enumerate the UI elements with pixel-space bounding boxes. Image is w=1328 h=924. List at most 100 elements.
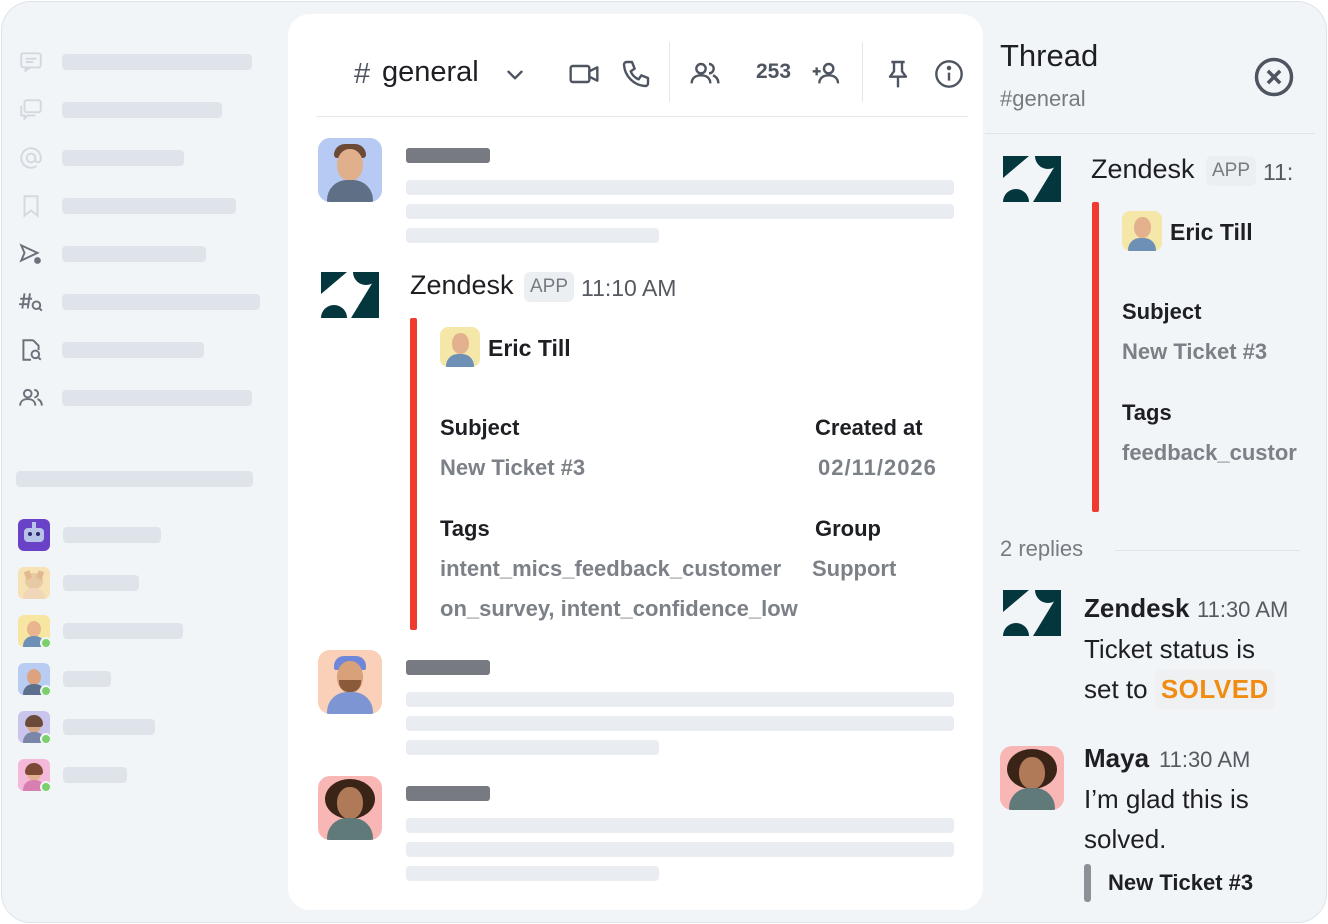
tags-value-continued: on_survey, intent_confidence_low: [440, 596, 798, 621]
dm-name-placeholder: [63, 671, 111, 687]
reply-timestamp[interactable]: 11:30 AM: [1197, 597, 1288, 623]
dm-item-user-2[interactable]: [18, 663, 111, 697]
thread-panel: Thread #general Zendesk APP 11: Eric Til…: [985, 2, 1326, 922]
channel-name[interactable]: general: [382, 56, 479, 89]
message-timestamp[interactable]: 11:10 AM: [581, 275, 676, 302]
sidebar-item-placeholder: [62, 102, 222, 118]
status-badge: SOLVED: [1154, 669, 1275, 709]
message-line-placeholder: [406, 866, 659, 881]
sender-name-placeholder: [406, 786, 490, 801]
online-status-icon: [40, 733, 52, 745]
sidebar-item-channel-search[interactable]: [18, 288, 260, 316]
sidebar-item-saved[interactable]: [18, 192, 236, 220]
replies-count: 2 replies: [1000, 536, 1084, 561]
sidebar: [2, 2, 288, 922]
sidebar-item-placeholder: [62, 198, 236, 214]
message-line-placeholder: [406, 228, 659, 243]
info-icon[interactable]: [933, 58, 965, 90]
saved-icon: [18, 192, 48, 220]
sidebar-item-messages[interactable]: [18, 96, 222, 124]
message-line-placeholder: [406, 180, 954, 195]
threads-icon: [18, 48, 48, 76]
avatar: [18, 519, 50, 551]
people-icon: [18, 384, 48, 412]
app-window: # general 253 Zendesk APP 11:10 AM Eric …: [1, 1, 1327, 923]
reply-sender-name[interactable]: Maya: [1084, 743, 1149, 774]
pin-icon[interactable]: [882, 58, 914, 90]
zendesk-logo-icon: [321, 272, 379, 318]
sender-name[interactable]: Zendesk: [1091, 154, 1195, 185]
sender-name-placeholder: [406, 148, 490, 163]
subject-label: Subject: [440, 415, 520, 440]
card-accent-bar: [410, 318, 417, 630]
dm-item-cat[interactable]: [18, 567, 139, 599]
dm-name-placeholder: [63, 719, 155, 735]
sidebar-item-mentions[interactable]: [18, 144, 184, 172]
reply-text-line: set to SOLVED: [1084, 669, 1275, 709]
dm-name-placeholder: [63, 623, 183, 639]
sidebar-item-scheduled[interactable]: [18, 240, 206, 268]
thread-channel[interactable]: #general: [1000, 86, 1086, 112]
subject-value: New Ticket #3: [1122, 339, 1268, 364]
dm-name-placeholder: [63, 575, 139, 591]
sidebar-item-file-search[interactable]: [18, 336, 204, 364]
reply-text-fragment: set to: [1084, 674, 1148, 704]
avatar[interactable]: [318, 650, 382, 714]
thread-title: Thread: [1000, 38, 1099, 73]
dm-item-user-4[interactable]: [18, 759, 127, 793]
dm-name-placeholder: [63, 527, 161, 543]
dm-name-placeholder: [63, 767, 127, 783]
members-icon[interactable]: [689, 58, 721, 90]
channel-panel: # general 253 Zendesk APP 11:10 AM Eric …: [288, 14, 983, 910]
dm-item-bot[interactable]: [18, 519, 161, 551]
sidebar-item-placeholder: [62, 342, 204, 358]
ticket-requester: Eric Till: [1170, 219, 1253, 245]
app-badge: APP: [524, 272, 575, 302]
channel-hash: #: [354, 58, 371, 90]
tags-value: intent_mics_feedback_customer: [440, 556, 782, 581]
reply-sender-name[interactable]: Zendesk: [1084, 593, 1190, 624]
quoted-ticket-link[interactable]: New Ticket #3: [1108, 870, 1253, 896]
dm-item-user-1[interactable]: [18, 615, 183, 649]
avatar[interactable]: [1000, 746, 1064, 810]
sidebar-item-placeholder: [62, 150, 184, 166]
sidebar-item-threads[interactable]: [18, 48, 252, 76]
app-badge: APP: [1206, 156, 1257, 186]
tags-label: Tags: [440, 516, 490, 541]
reply-text: Ticket status is set to SOLVED: [1084, 629, 1275, 709]
close-icon[interactable]: [1253, 56, 1295, 98]
header-divider: [862, 42, 863, 102]
add-member-icon[interactable]: [810, 58, 842, 90]
card-accent-bar: [1092, 202, 1099, 512]
avatar: [18, 567, 50, 599]
dm-item-user-3[interactable]: [18, 711, 155, 745]
avatar[interactable]: [318, 138, 382, 202]
message-line-placeholder: [406, 818, 954, 833]
online-status-icon: [40, 637, 52, 649]
messages-icon: [18, 96, 48, 124]
member-count[interactable]: 253: [756, 60, 791, 84]
sidebar-item-people[interactable]: [18, 384, 252, 412]
created-at-label: Created at: [815, 415, 923, 440]
subject-label: Subject: [1122, 299, 1202, 324]
message-line-placeholder: [406, 842, 954, 857]
scheduled-icon: [18, 240, 48, 268]
group-value: Support: [812, 556, 897, 581]
message-line-placeholder: [406, 204, 954, 219]
chevron-down-icon[interactable]: [502, 62, 528, 88]
reply-text-line: I’m glad this is: [1084, 784, 1249, 814]
video-call-icon[interactable]: [568, 58, 600, 90]
reply-timestamp[interactable]: 11:30 AM: [1159, 747, 1250, 773]
message-timestamp[interactable]: 11:: [1263, 159, 1293, 186]
reply-text-line: Ticket status is: [1084, 634, 1255, 664]
header-divider: [669, 42, 670, 102]
sidebar-item-placeholder: [62, 294, 260, 310]
message-line-placeholder: [406, 716, 954, 731]
avatar[interactable]: [318, 776, 382, 840]
online-status-icon: [40, 685, 52, 697]
created-at-value: 02/11/2026: [818, 455, 937, 480]
zendesk-logo-icon: [1003, 590, 1061, 636]
sender-name[interactable]: Zendesk: [410, 270, 514, 301]
reply-text: I’m glad this is solved.: [1084, 779, 1249, 859]
phone-call-icon[interactable]: [620, 58, 652, 90]
